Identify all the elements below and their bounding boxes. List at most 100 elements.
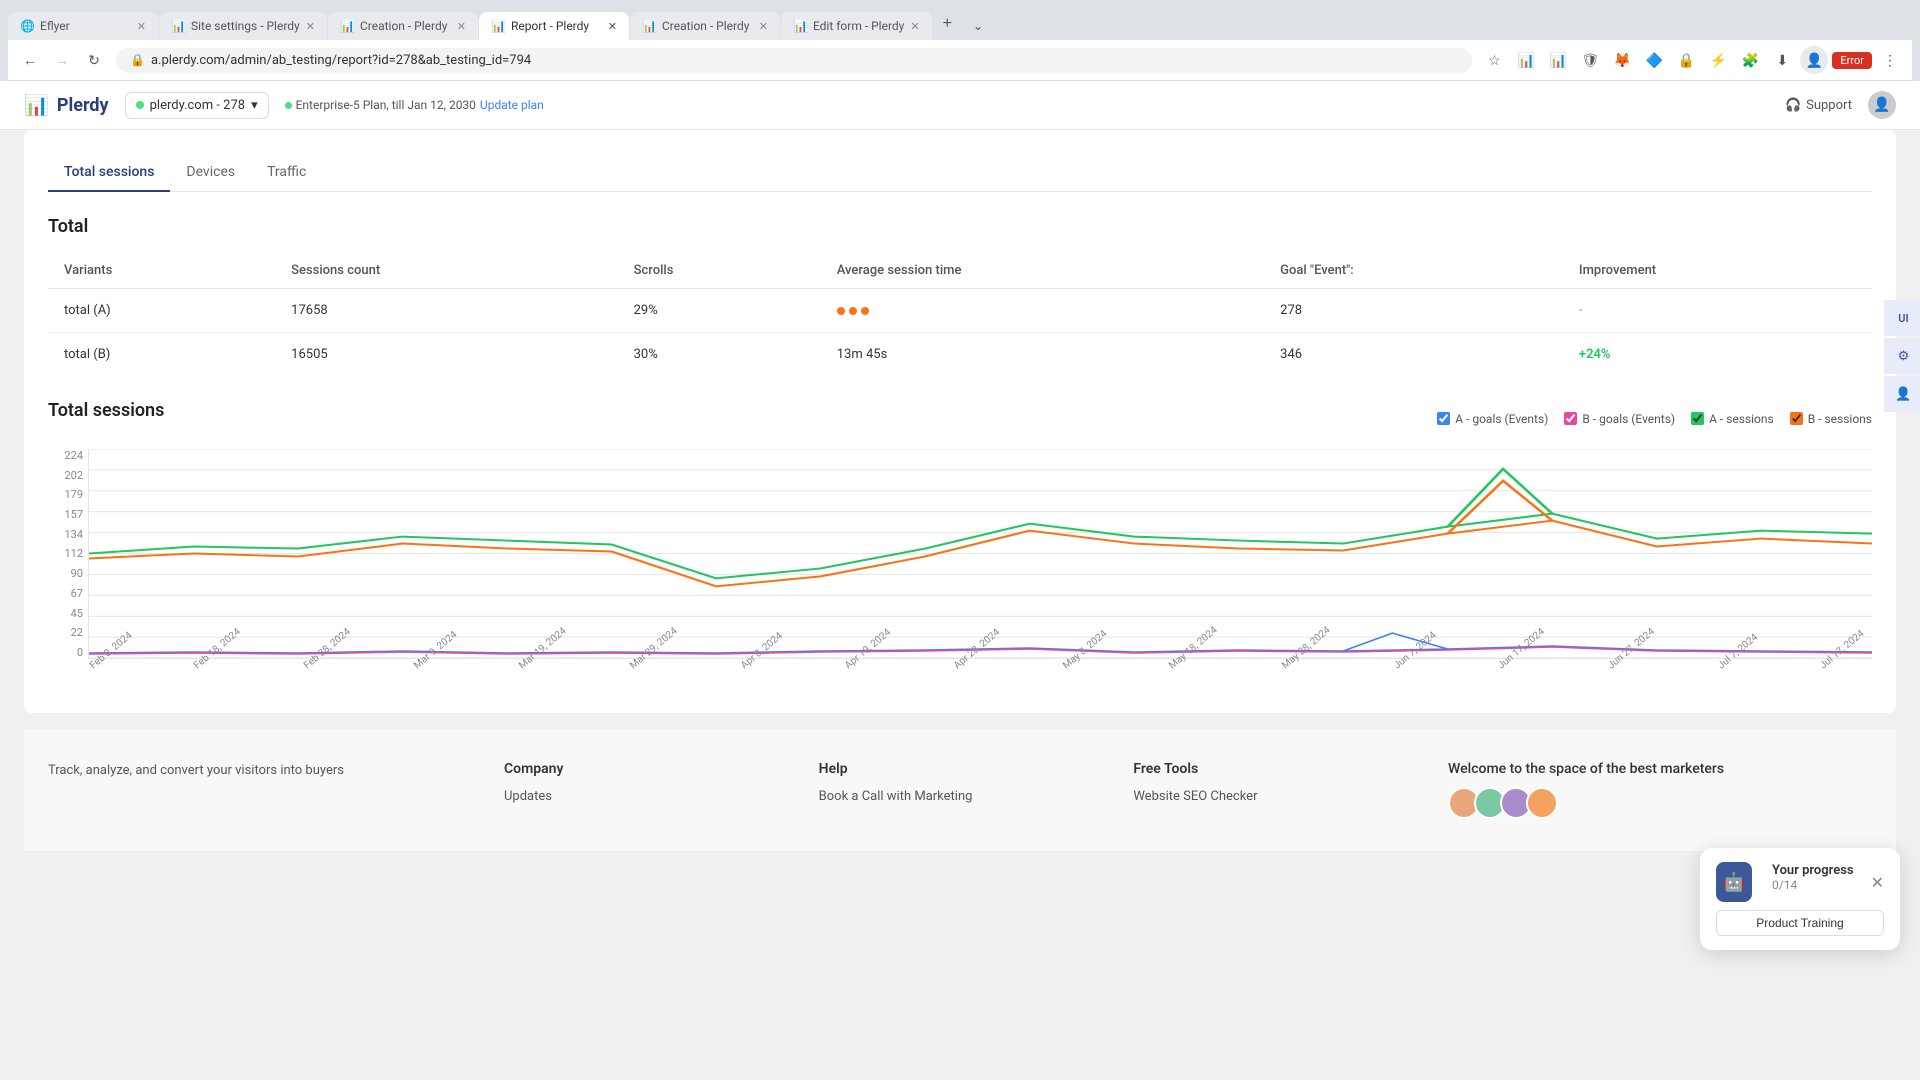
plerdy-ext-2[interactable]: 📊 — [1544, 46, 1572, 74]
forward-button[interactable]: → — [48, 46, 76, 74]
extensions-button[interactable]: 🧩 — [1736, 46, 1764, 74]
legend-b-sessions-checkbox[interactable] — [1790, 412, 1803, 425]
error-badge[interactable]: Error — [1832, 52, 1872, 69]
tab-favicon: 📊 — [491, 19, 505, 33]
ext-3[interactable]: 🛡 — [1576, 46, 1604, 74]
footer-book-call-link[interactable]: Book a Call with Marketing — [819, 789, 1102, 804]
tab-favicon: 📊 — [793, 19, 807, 33]
ext-7[interactable]: ⚡ — [1704, 46, 1732, 74]
url-bar[interactable]: 🔒 a.plerdy.com/admin/ab_testing/report?i… — [116, 48, 1472, 73]
tab-title: Eflyer — [40, 19, 131, 33]
menu-button[interactable]: ⋮ — [1876, 46, 1904, 74]
logo: 📊 Plerdy — [24, 93, 109, 117]
legend-b-goals-checkbox[interactable] — [1564, 412, 1577, 425]
a-sessions-line — [89, 514, 1872, 579]
legend-a-goals-checkbox[interactable] — [1437, 412, 1450, 425]
update-plan-link[interactable]: Update plan — [480, 98, 544, 112]
plan-info: Enterprise-5 Plan, till Jan 12, 2030 Upd… — [285, 98, 544, 112]
data-table: Variants Sessions count Scrolls Average … — [48, 253, 1872, 376]
chart-legend: A - goals (Events) B - goals (Events) A … — [1437, 412, 1872, 426]
browser-tab-edit-form[interactable]: 📊 Edit form - Plerdy ✕ — [781, 12, 932, 40]
site-status-dot — [136, 101, 144, 109]
tab-traffic[interactable]: Traffic — [251, 154, 322, 192]
tab-close[interactable]: ✕ — [608, 20, 617, 33]
legend-a-sessions: A - sessions — [1691, 412, 1774, 426]
app-header: 📊 Plerdy plerdy.com - 278 ▾ Enterprise-5… — [0, 81, 1920, 130]
back-button[interactable]: ← — [16, 46, 44, 74]
plerdy-ext-1[interactable]: 📊 — [1512, 46, 1540, 74]
tab-close[interactable]: ✕ — [910, 20, 919, 33]
plan-text: Enterprise-5 Plan, till Jan 12, 2030 — [296, 98, 476, 112]
chart-y-labels: 224 202 179 157 134 112 90 67 45 22 0 — [48, 449, 83, 659]
browser-tab-report[interactable]: 📊 Report - Plerdy ✕ — [479, 12, 629, 40]
browser-tab-creation-1[interactable]: 📊 Creation - Plerdy ✕ — [328, 12, 478, 40]
chart-container: 224 202 179 157 134 112 90 67 45 22 0 — [48, 449, 1872, 689]
ext-5[interactable]: 🔷 — [1640, 46, 1668, 74]
tab-close[interactable]: ✕ — [457, 20, 466, 33]
site-selector[interactable]: plerdy.com - 278 ▾ — [125, 92, 269, 119]
user-profile-button[interactable]: 👤 — [1800, 46, 1828, 74]
footer-brand-text: Track, analyze, and convert your visitor… — [48, 761, 472, 782]
address-bar: ← → ↻ 🔒 a.plerdy.com/admin/ab_testing/re… — [8, 40, 1912, 81]
progress-title: Your progress — [1772, 863, 1854, 878]
y-label: 179 — [48, 488, 83, 501]
user-avatar[interactable]: 👤 — [1868, 91, 1896, 119]
cell-sessions-a: 17658 — [275, 289, 617, 333]
progress-count: 0/14 — [1772, 878, 1854, 892]
tab-devices[interactable]: Devices — [170, 154, 251, 192]
tab-close[interactable]: ✕ — [137, 20, 146, 33]
y-label: 67 — [48, 587, 83, 600]
footer-tools-title: Free Tools — [1133, 761, 1416, 777]
footer-help-title: Help — [819, 761, 1102, 777]
ext-6[interactable]: 🔒 — [1672, 46, 1700, 74]
legend-a-goals: A - goals (Events) — [1437, 412, 1548, 426]
avg-time-dots — [837, 307, 1248, 315]
cell-goal-b: 346 — [1264, 333, 1563, 377]
tab-title: Creation - Plerdy — [662, 19, 753, 33]
tab-close[interactable]: ✕ — [759, 20, 768, 33]
avatar — [1526, 787, 1558, 819]
header-left: 📊 Plerdy plerdy.com - 278 ▾ Enterprise-5… — [24, 92, 544, 119]
mascot-icon: 🤖 — [1716, 862, 1752, 902]
tab-title: Creation - Plerdy — [360, 19, 451, 33]
support-button[interactable]: 🎧 Support — [1785, 98, 1852, 113]
browser-tab-eflyer[interactable]: 🌐 Eflyer ✕ — [8, 12, 158, 40]
tab-total-sessions[interactable]: Total sessions — [48, 154, 170, 192]
tab-close[interactable]: ✕ — [306, 20, 315, 33]
legend-a-goals-label: A - goals (Events) — [1455, 412, 1548, 426]
footer-company-title: Company — [504, 761, 787, 777]
y-label: 22 — [48, 626, 83, 639]
reload-button[interactable]: ↻ — [80, 46, 108, 74]
sidebar-user-button[interactable]: 👤 — [1884, 376, 1920, 412]
sidebar-settings-button[interactable]: ⚙ — [1884, 338, 1920, 374]
lock-icon: 🔒 — [130, 53, 145, 67]
y-label: 134 — [48, 528, 83, 541]
ext-4[interactable]: 🦊 — [1608, 46, 1636, 74]
new-tab-button[interactable]: + — [933, 8, 962, 40]
y-label: 45 — [48, 607, 83, 620]
footer-updates-link[interactable]: Updates — [504, 789, 787, 804]
browser-tab-site-settings[interactable]: 📊 Site settings - Plerdy ✕ — [159, 12, 327, 40]
y-label: 202 — [48, 469, 83, 482]
tab-title: Site settings - Plerdy — [191, 19, 300, 33]
right-sidebar: UI ⚙ 👤 — [1884, 300, 1920, 412]
chart-x-labels: Feb 8, 2024 Feb 18, 2024 Feb 28, 2024 Ma… — [88, 659, 1872, 689]
community-avatars — [1448, 787, 1872, 819]
table-row: total (A) 17658 29% 278 - — [48, 289, 1872, 333]
cell-scrolls-a: 29% — [618, 289, 821, 333]
footer-seo-checker-link[interactable]: Website SEO Checker — [1133, 789, 1416, 804]
progress-header: 🤖 Your progress 0/14 ✕ — [1716, 862, 1884, 902]
close-icon[interactable]: ✕ — [1871, 873, 1884, 892]
legend-a-sessions-checkbox[interactable] — [1691, 412, 1704, 425]
product-training-button[interactable]: Product Training — [1716, 910, 1884, 936]
tab-list-button[interactable]: ⌄ — [963, 12, 993, 40]
url-text: a.plerdy.com/admin/ab_testing/report?id=… — [151, 53, 531, 68]
chart-area — [88, 449, 1872, 659]
bookmark-button[interactable]: ☆ — [1480, 46, 1508, 74]
sidebar-ui-button[interactable]: UI — [1884, 300, 1920, 336]
download-button[interactable]: ⬇ — [1768, 46, 1796, 74]
footer: Track, analyze, and convert your visitor… — [24, 729, 1896, 851]
address-actions: ☆ 📊 📊 🛡 🦊 🔷 🔒 ⚡ 🧩 ⬇ 👤 Error ⋮ — [1480, 46, 1904, 74]
legend-b-sessions-label: B - sessions — [1808, 412, 1872, 426]
browser-tab-creation-2[interactable]: 📊 Creation - Plerdy ✕ — [630, 12, 780, 40]
